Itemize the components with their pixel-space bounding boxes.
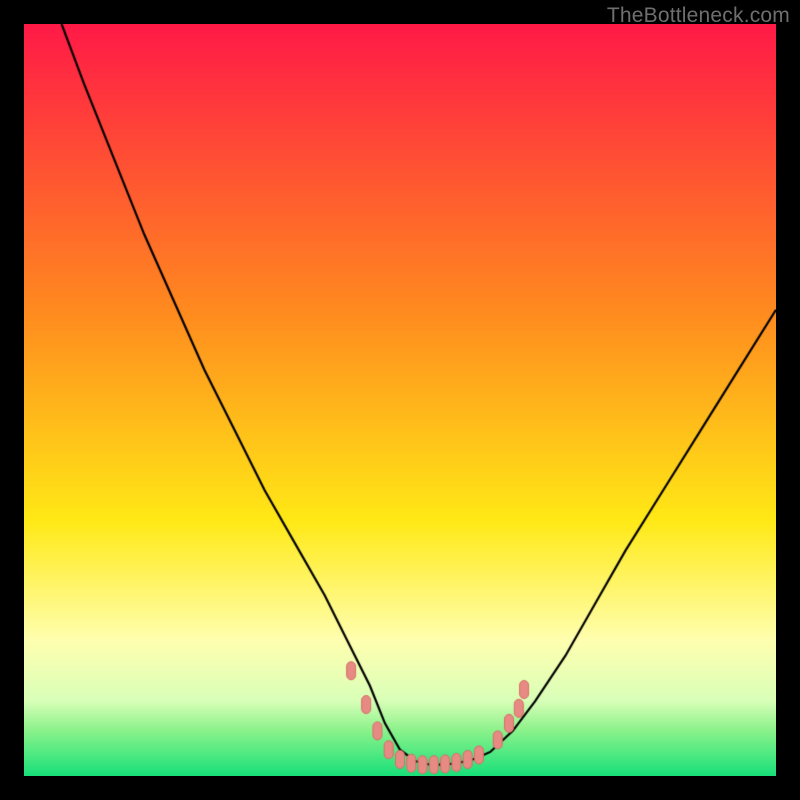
watermark-text: TheBottleneck.com — [607, 4, 790, 28]
chart-canvas — [24, 24, 776, 776]
plot-area — [24, 24, 776, 776]
chart-frame: TheBottleneck.com — [0, 0, 800, 800]
